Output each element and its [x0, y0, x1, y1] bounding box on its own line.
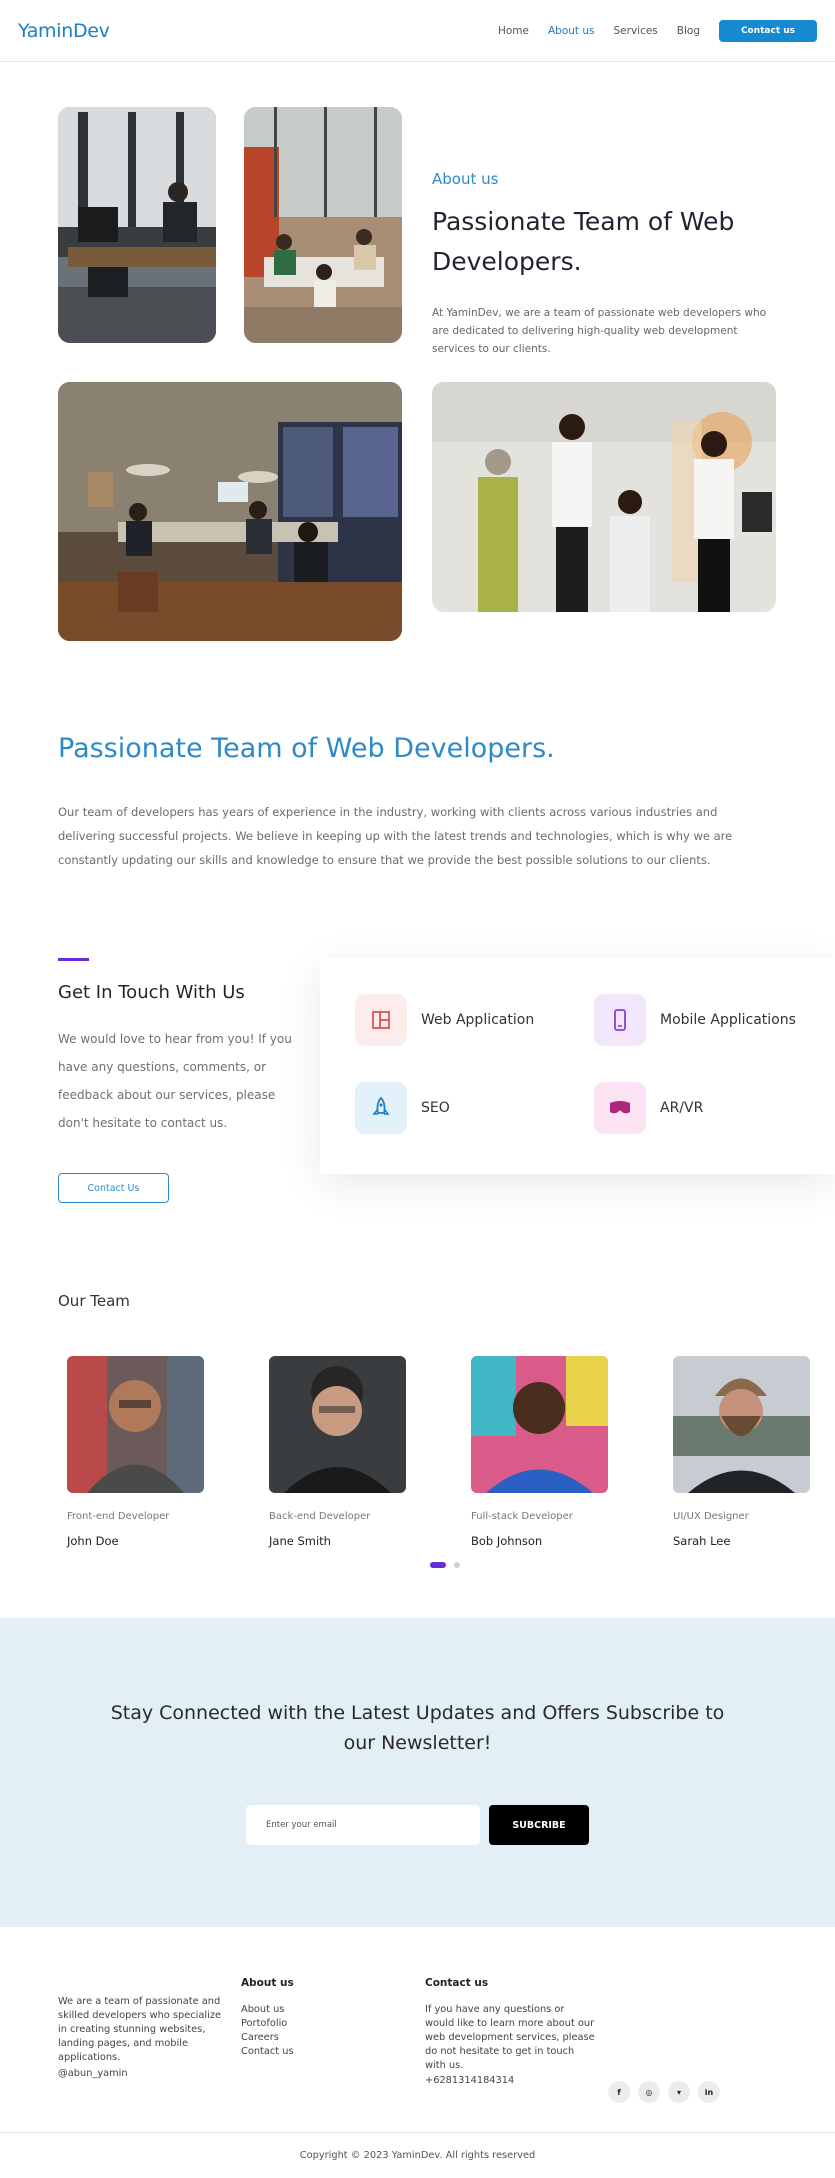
footer-contact-title: Contact us [425, 1977, 489, 1989]
site-header: YaminDev Home About us Services Blog Con… [0, 0, 835, 62]
office-photo-2 [244, 107, 402, 343]
service-label: Mobile Applications [660, 1012, 796, 1028]
footer-link-portofolio[interactable]: Portofolio [241, 2018, 287, 2029]
footer-about-title: About us [241, 1977, 294, 1989]
team-role: Back-end Developer [269, 1511, 371, 1522]
service-ar-vr[interactable]: AR/VR [594, 1082, 703, 1134]
footer-divider [0, 2132, 835, 2133]
logo[interactable]: YaminDev [18, 20, 110, 42]
avatar [471, 1356, 608, 1493]
mobile-icon [594, 994, 646, 1046]
nav-about-us[interactable]: About us [548, 25, 595, 37]
twitter-icon[interactable]: ▾ [668, 2081, 690, 2103]
about-description: At YaminDev, we are a team of passionate… [432, 307, 767, 355]
office-photo-1 [58, 107, 216, 343]
footer-handle: @abun_yamin [58, 2068, 128, 2079]
nav-services[interactable]: Services [614, 25, 658, 37]
service-mobile-applications[interactable]: Mobile Applications [594, 994, 796, 1046]
contact-us-button[interactable]: Contact Us [58, 1173, 169, 1203]
about-text: About us Passionate Team of Web Develope… [432, 170, 782, 358]
footer-link-careers[interactable]: Careers [241, 2032, 279, 2043]
main-nav: Home About us Services Blog Contact us [498, 19, 817, 42]
get-in-touch-description: We would love to hear from you! If you h… [58, 1032, 292, 1130]
carousel-pagination [430, 1562, 460, 1568]
footer-phone: +6281314184314 [425, 2075, 515, 2086]
header-contact-button[interactable]: Contact us [719, 19, 817, 42]
about-eyebrow: About us [432, 170, 499, 188]
footer-description: We are a team of passionate and skilled … [58, 1996, 221, 2063]
team-card[interactable]: Back-end Developer Jane Smith [269, 1356, 406, 1548]
get-in-touch-title: Get In Touch With Us [58, 982, 245, 1003]
footer-link-about-us[interactable]: About us [241, 2004, 284, 2015]
office-photo-3 [58, 382, 402, 641]
team-name: Sarah Lee [673, 1534, 731, 1548]
footer-contact-text: If you have any questions or would like … [425, 2004, 595, 2071]
email-input[interactable] [246, 1805, 480, 1845]
service-label: Web Application [421, 1012, 535, 1028]
team-name: John Doe [67, 1534, 119, 1548]
team-role: Full-stack Developer [471, 1511, 573, 1522]
nav-blog[interactable]: Blog [677, 25, 700, 37]
passionate-title: Passionate Team of Web Developers. [58, 733, 555, 764]
team-card[interactable]: UI/UX Designer Sarah Lee [673, 1356, 810, 1548]
footer-about-links: About us Portofolio Careers Contact us [241, 2003, 294, 2059]
team-role: UI/UX Designer [673, 1511, 749, 1522]
nav-home[interactable]: Home [498, 25, 529, 37]
footer-link-contact-us[interactable]: Contact us [241, 2046, 294, 2057]
linkedin-icon[interactable]: in [698, 2081, 720, 2103]
team-card[interactable]: Front-end Developer John Doe [67, 1356, 204, 1548]
team-name: Jane Smith [269, 1534, 331, 1548]
accent-bar [58, 958, 89, 961]
team-card[interactable]: Full-stack Developer Bob Johnson [471, 1356, 608, 1548]
avatar [269, 1356, 406, 1493]
avatar [673, 1356, 810, 1493]
instagram-icon[interactable]: ◎ [638, 2081, 660, 2103]
newsletter-title: Stay Connected with the Latest Updates a… [110, 1702, 725, 1754]
team-name: Bob Johnson [471, 1534, 543, 1548]
copyright: Copyright © 2023 YaminDev. All rights re… [299, 2150, 536, 2161]
layout-icon [355, 994, 407, 1046]
team-title: Our Team [58, 1292, 130, 1310]
pagination-dot-active[interactable] [430, 1562, 446, 1568]
subscribe-button[interactable]: SUBCRIBE [489, 1805, 589, 1845]
rocket-icon [355, 1082, 407, 1134]
service-label: AR/VR [660, 1100, 704, 1116]
vr-headset-icon [594, 1082, 646, 1134]
service-web-application[interactable]: Web Application [355, 994, 534, 1046]
pagination-dot[interactable] [454, 1562, 460, 1568]
avatar [67, 1356, 204, 1493]
social-links: f ◎ ▾ in [608, 2081, 720, 2103]
team-role: Front-end Developer [67, 1511, 170, 1522]
newsletter-section: Stay Connected with the Latest Updates a… [0, 1618, 835, 1927]
service-label: SEO [421, 1100, 450, 1116]
about-section: About us Passionate Team of Web Develope… [0, 62, 835, 682]
passionate-description: Our team of developers has years of expe… [58, 805, 733, 867]
services-card: Web Application Mobile Applications SEO … [320, 958, 835, 1174]
about-title: Passionate Team of Web Developers. [432, 207, 735, 276]
office-photo-4 [432, 382, 776, 612]
facebook-icon[interactable]: f [608, 2081, 630, 2103]
service-seo[interactable]: SEO [355, 1082, 450, 1134]
